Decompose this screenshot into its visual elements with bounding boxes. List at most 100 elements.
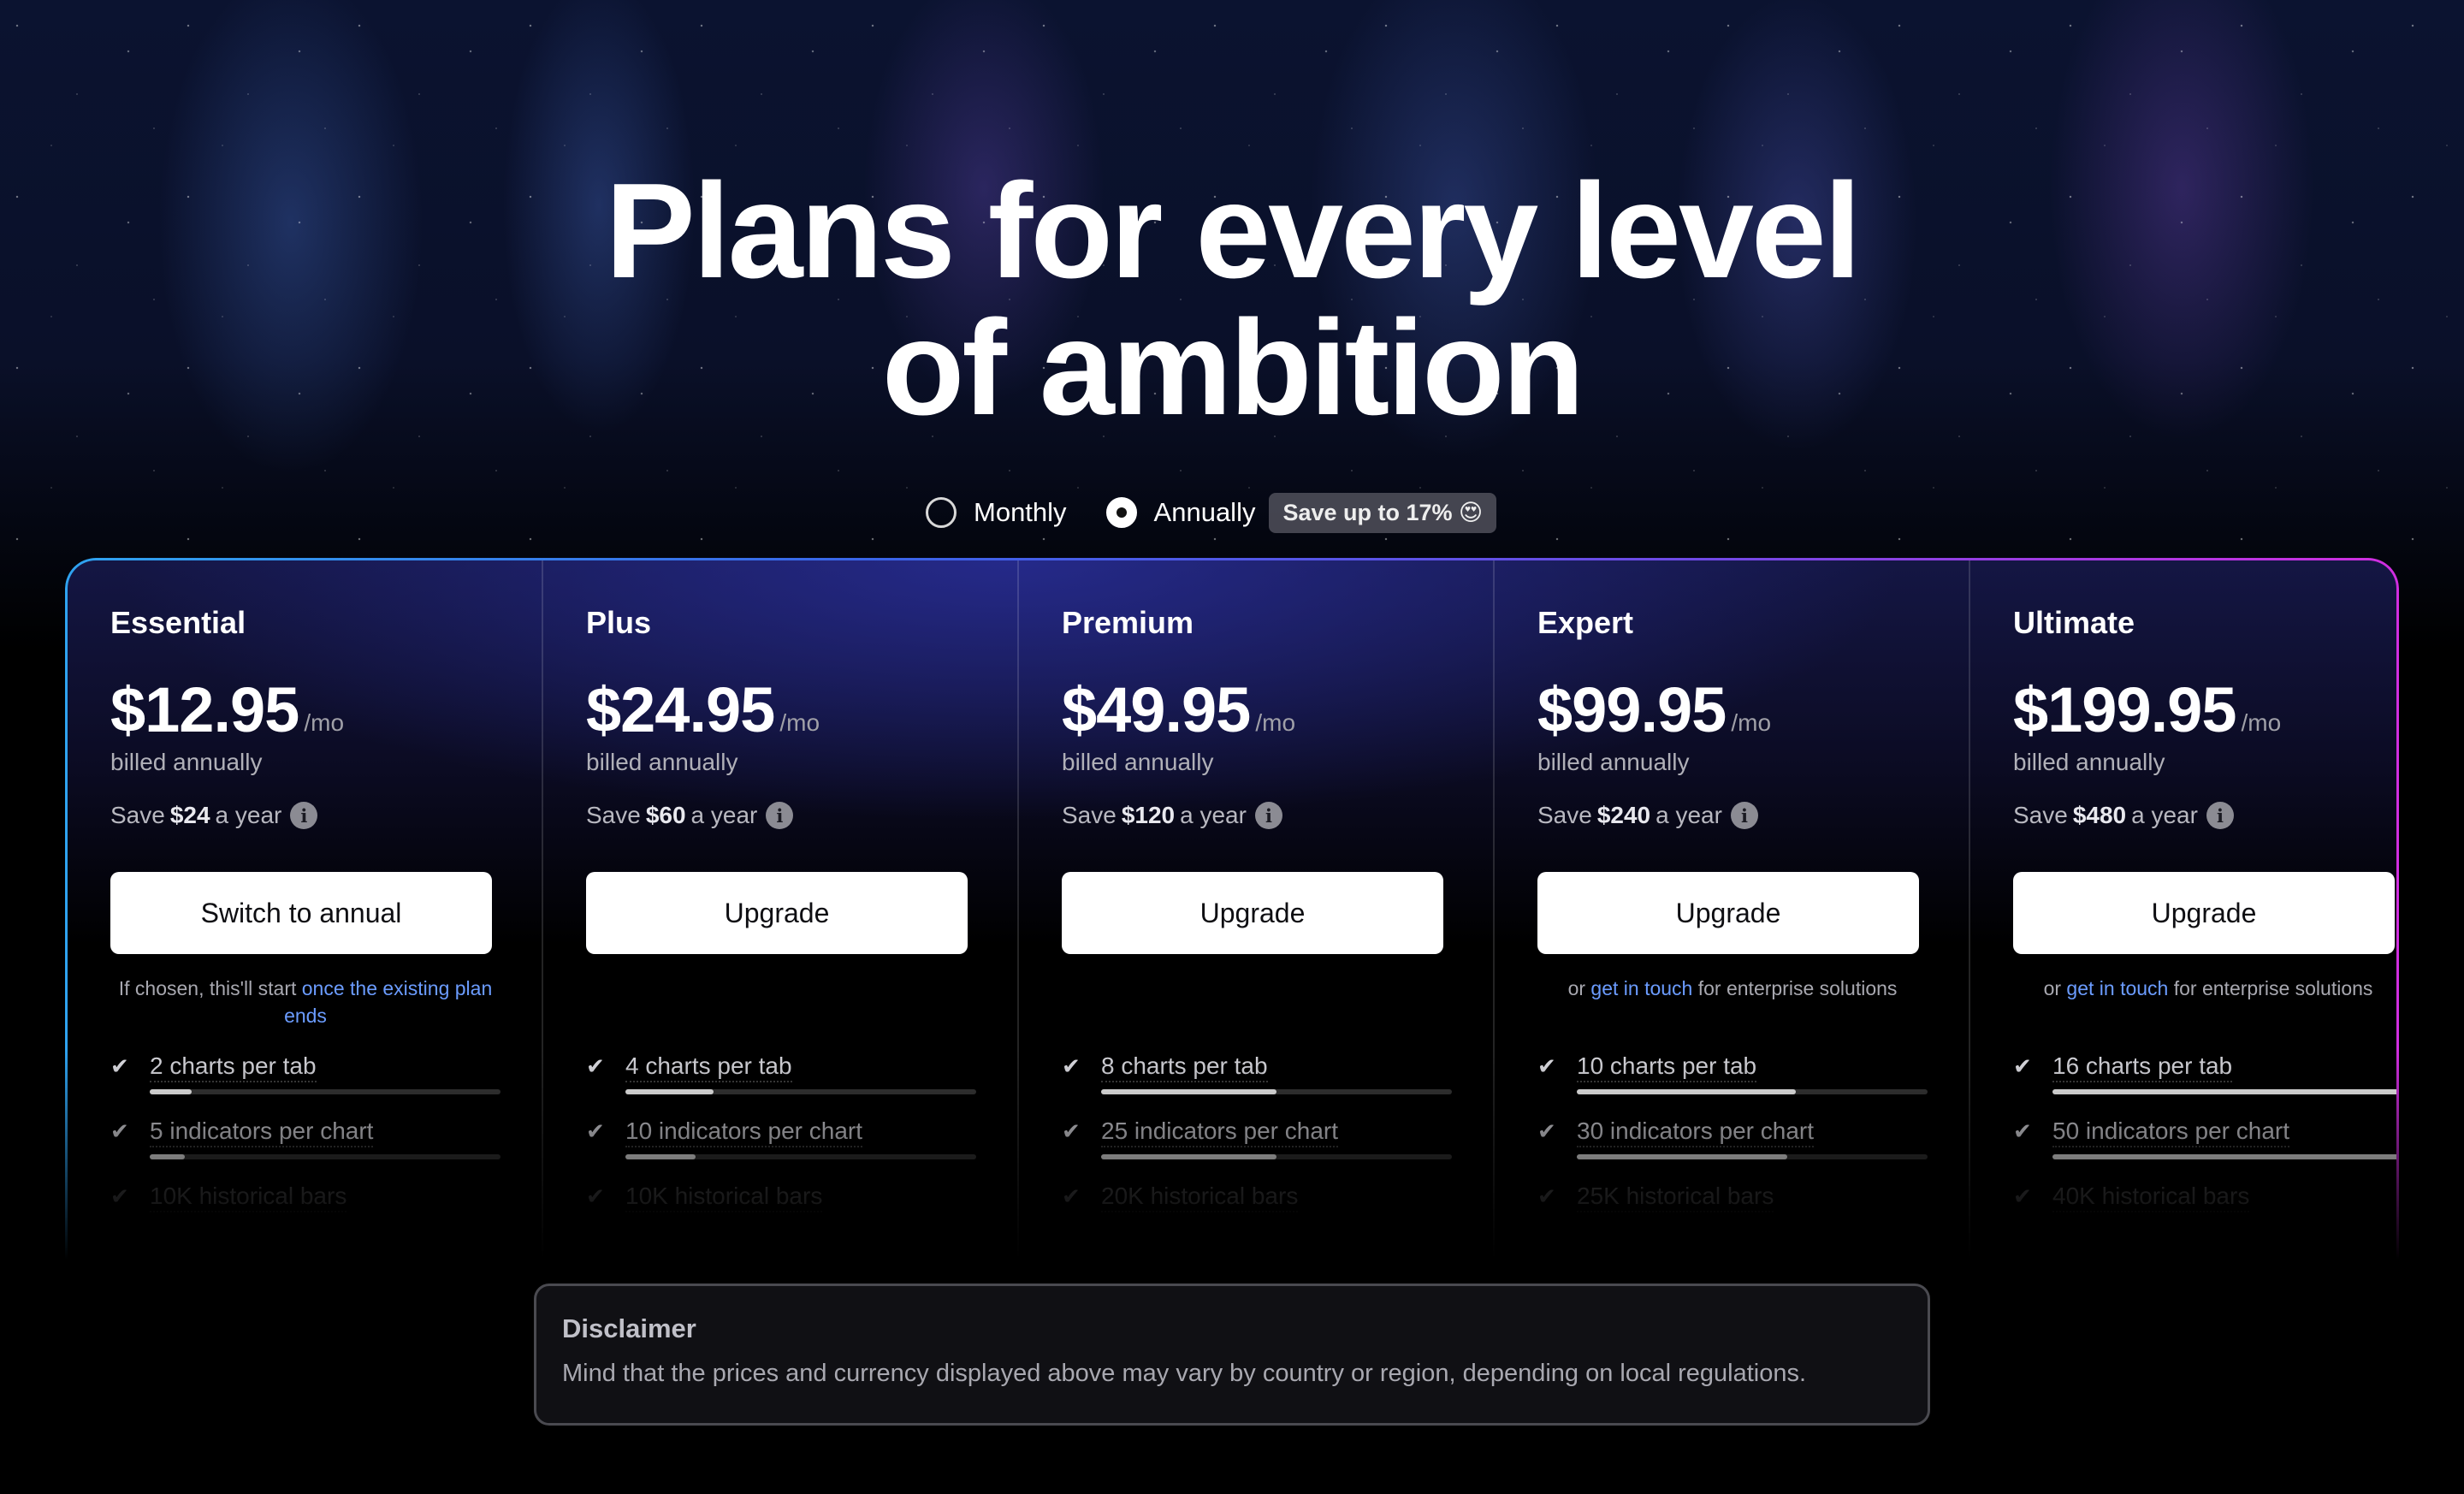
feature-item: ✔ 10K historical bars (586, 1182, 976, 1247)
check-icon: ✔ (1062, 1118, 1081, 1144)
plan-price: $49.95 (1062, 674, 1251, 745)
plans-panel: Essential $12.95 /mo billed annually Sav… (65, 558, 2399, 1260)
feature-label[interactable]: 2 charts per tab (150, 1052, 317, 1082)
check-icon: ✔ (2013, 1183, 2032, 1209)
save-suffix: a year (2131, 802, 2198, 828)
feature-label[interactable]: 10K historical bars (625, 1182, 823, 1212)
check-icon: ✔ (2013, 1118, 2032, 1144)
radio-selected-icon (1105, 497, 1137, 528)
feature-level-fill (625, 1154, 696, 1159)
feature-item: ✔ 20K historical bars (1062, 1182, 1452, 1247)
note-link[interactable]: once the existing plan ends (284, 977, 492, 1027)
feature-level-fill (1577, 1089, 1797, 1094)
monthly-radio[interactable]: Monthly (926, 497, 1067, 528)
title-line-1: Plans for every level (605, 156, 1861, 306)
info-icon[interactable]: i (2206, 802, 2234, 829)
plan-name: Plus (586, 605, 652, 640)
upgrade-button[interactable]: Upgrade (586, 872, 968, 954)
feature-label[interactable]: 50 indicators per chart (2052, 1117, 2290, 1147)
feature-label[interactable]: 30 indicators per chart (1577, 1117, 1815, 1147)
check-icon: ✔ (110, 1118, 129, 1144)
price-row: $24.95 /mo (586, 675, 976, 742)
savings-line: Save $24 a year i (110, 802, 500, 829)
plans-grid: Essential $12.95 /mo billed annually Sav… (68, 560, 2396, 1260)
note-post: for enterprise solutions (1697, 977, 1898, 999)
feature-item: ✔ 25K historical bars (1537, 1182, 1928, 1247)
upgrade-button[interactable]: Upgrade (1062, 872, 1443, 954)
feature-label[interactable]: 10 charts per tab (1577, 1052, 1757, 1082)
price-period: /mo (304, 709, 345, 736)
upgrade-button[interactable]: Upgrade (2013, 872, 2395, 954)
get-in-touch-link[interactable]: get in touch (2066, 977, 2168, 999)
feature-label[interactable]: 25K historical bars (1577, 1182, 1774, 1212)
check-icon: ✔ (1537, 1053, 1556, 1079)
plan-note (1062, 975, 1452, 1035)
page-title: Plans for every level of ambition (0, 163, 2464, 436)
feature-label[interactable]: 10K historical bars (150, 1182, 347, 1212)
billing-note: billed annually (1537, 749, 1690, 775)
feature-label[interactable]: 40K historical bars (2052, 1182, 2250, 1212)
info-icon[interactable]: i (1730, 802, 1758, 829)
feature-label[interactable]: 8 charts per tab (1101, 1052, 1268, 1082)
price-period: /mo (779, 709, 820, 736)
save-amount: $240 (1596, 802, 1651, 828)
switch-to-annual-button[interactable]: Switch to annual (110, 872, 492, 954)
get-in-touch-link[interactable]: get in touch (1590, 977, 1692, 999)
annually-radio[interactable]: Annually (1105, 497, 1255, 528)
feature-item: ✔ 4 charts per tab (586, 1052, 976, 1117)
feature-level-bar (625, 1089, 976, 1094)
billing-note: billed annually (2013, 749, 2165, 775)
savings-line: Save $60 a year i (586, 802, 976, 829)
disclaimer-text: Mind that the prices and currency displa… (562, 1360, 1807, 1387)
price-period: /mo (2241, 709, 2282, 736)
feature-label[interactable]: 20K historical bars (1101, 1182, 1299, 1212)
plan-card-expert: Expert $99.95 /mo billed annually Save $… (1495, 560, 1970, 1260)
radio-icon (926, 497, 957, 528)
price-row: $49.95 /mo (1062, 675, 1452, 742)
plan-name: Expert (1537, 605, 1634, 640)
disclaimer-box: Disclaimer Mind that the prices and curr… (534, 1284, 1930, 1426)
feature-label[interactable]: 25 indicators per chart (1101, 1117, 1339, 1147)
savings-line: Save $480 a year i (2013, 802, 2396, 829)
save-suffix: a year (1656, 802, 1722, 828)
feature-level-fill (2052, 1154, 2396, 1159)
info-icon[interactable]: i (766, 802, 794, 829)
feature-level-fill (1101, 1089, 1276, 1094)
upgrade-button[interactable]: Upgrade (1537, 872, 1919, 954)
billing-note: billed annually (586, 749, 738, 775)
info-icon[interactable]: i (1254, 802, 1282, 829)
billing-note: billed annually (1062, 749, 1214, 775)
save-amount: $24 (169, 802, 210, 828)
save-amount: $480 (2072, 802, 2127, 828)
feature-level-bar (625, 1154, 976, 1159)
price-row: $12.95 /mo (110, 675, 500, 742)
check-icon: ✔ (2013, 1053, 2032, 1079)
check-icon: ✔ (1537, 1118, 1556, 1144)
feature-item: ✔ 8 charts per tab (1062, 1052, 1452, 1117)
price-period: /mo (1731, 709, 1772, 736)
check-icon: ✔ (110, 1053, 129, 1079)
plan-note: or get in touch for enterprise solutions (1537, 975, 1928, 1035)
savings-line: Save $120 a year i (1062, 802, 1452, 829)
plan-card-premium: Premium $49.95 /mo billed annually Save … (1019, 560, 1495, 1260)
save-prefix: Save (2013, 802, 2068, 828)
feature-label[interactable]: 10 indicators per chart (625, 1117, 863, 1147)
feature-level-bar (2052, 1089, 2396, 1094)
feature-item: ✔ 2 charts per tab (110, 1052, 500, 1117)
feature-level-bar (1101, 1154, 1452, 1159)
feature-label[interactable]: 16 charts per tab (2052, 1052, 2233, 1082)
feature-level-bar (1101, 1089, 1452, 1094)
feature-label[interactable]: 4 charts per tab (625, 1052, 792, 1082)
disclaimer-title: Disclaimer (562, 1313, 696, 1343)
feature-item: ✔ 10K historical bars (110, 1182, 500, 1247)
feature-level-fill (150, 1089, 192, 1094)
feature-level-fill (150, 1154, 185, 1159)
note-post: for enterprise solutions (2173, 977, 2373, 999)
check-icon: ✔ (1062, 1183, 1081, 1209)
price-row: $99.95 /mo (1537, 675, 1928, 742)
feature-level-fill (625, 1089, 714, 1094)
feature-label[interactable]: 5 indicators per chart (150, 1117, 374, 1147)
info-icon[interactable]: i (290, 802, 318, 829)
save-prefix: Save (586, 802, 641, 828)
plan-card-plus: Plus $24.95 /mo billed annually Save $60… (543, 560, 1019, 1260)
